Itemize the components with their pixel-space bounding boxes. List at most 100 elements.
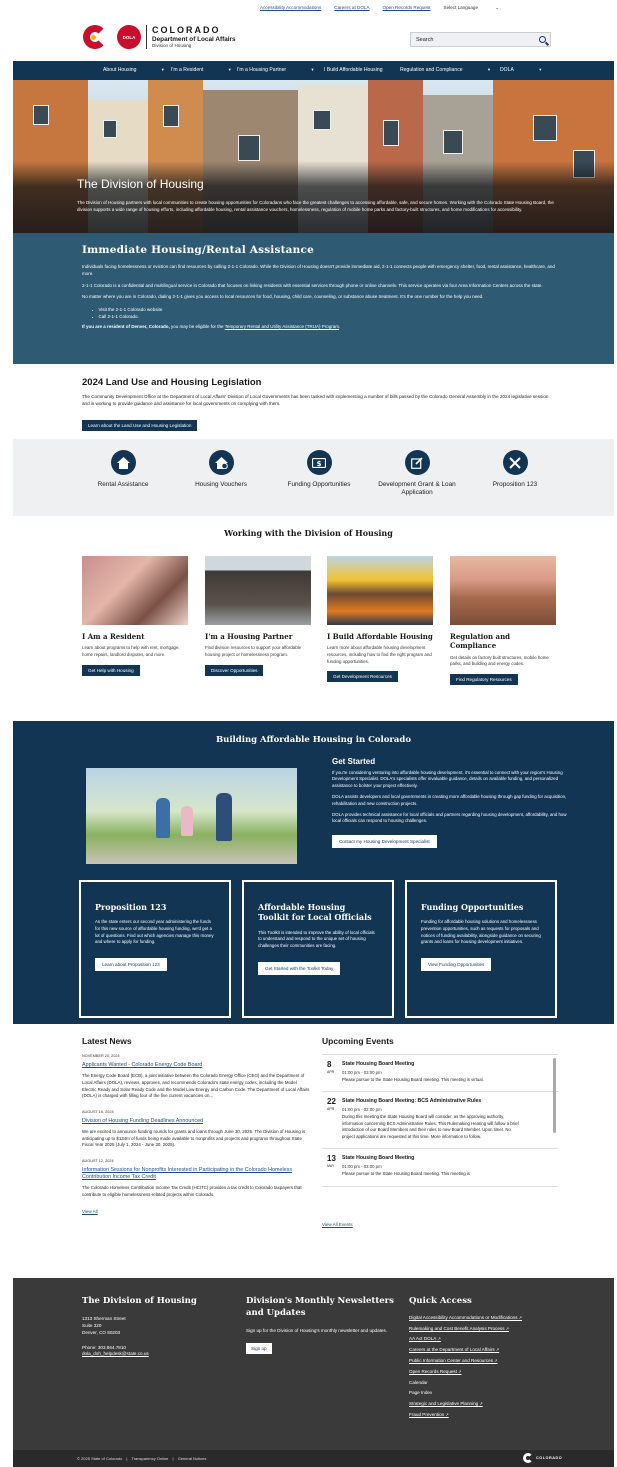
proposition-123-link[interactable]: Proposition 123: [470, 450, 560, 489]
box-text: This Toolkit is intended to improve the …: [258, 929, 375, 948]
site-logo[interactable]: DOLA COLORADO Department of Local Affair…: [83, 24, 236, 50]
events-scrollbar[interactable]: [553, 1058, 556, 1133]
box-title: Funding Opportunities: [421, 902, 524, 912]
housing-vouchers-link[interactable]: Housing Vouchers: [176, 450, 266, 489]
box-text: Funding for affordable housing solutions…: [421, 919, 541, 945]
nav-build-affordable[interactable]: I Build Affordable Housing: [324, 67, 383, 73]
event-day: 22: [327, 1097, 336, 1107]
get-help-button[interactable]: Get Help with Housing: [82, 664, 140, 676]
resident-card: I Am a Resident Learn about programs to …: [82, 556, 189, 677]
regulation-card: Regulation and Compliance Get details on…: [450, 556, 557, 686]
framed-structure-photo: [450, 556, 556, 625]
main-nav: About Housing I'm a Resident I'm a Housi…: [13, 61, 614, 80]
toolkit-button[interactable]: Get Started with the Toolkit Today: [258, 961, 341, 975]
grant-loan-application-link[interactable]: Development Grant & Loan Application: [372, 450, 462, 497]
list-item[interactable]: 8 APR State Housing Board Meeting 01:00 …: [322, 1055, 558, 1093]
footer-link[interactable]: Page Index: [409, 1391, 599, 1396]
transparency-link[interactable]: Transparency Online: [131, 1456, 168, 1461]
get-development-resources-button[interactable]: Get Development Resources: [327, 671, 398, 683]
toolkit-box: Affordable Housing Toolkit for Local Off…: [242, 880, 394, 1018]
colorado-c-icon: [523, 1453, 533, 1463]
event-title[interactable]: State Housing Board Meeting: [342, 1155, 558, 1162]
footer-link[interactable]: Strategic and Legislative Planning: [409, 1402, 599, 1407]
learn-proposition-button[interactable]: Learn about Proposition 123: [95, 957, 167, 971]
view-all-news-link[interactable]: View All: [82, 1209, 312, 1214]
footer-email-link[interactable]: dola_doh_helpdesk@state.co.us: [82, 1351, 222, 1358]
event-month: MAY: [327, 1164, 335, 1169]
footer-link[interactable]: Rulemaking and Cost Benefit Analysis Pro…: [409, 1326, 599, 1332]
find-regulatory-resources-button[interactable]: Find Regulatory Resources: [450, 674, 518, 686]
nav-dola[interactable]: DOLA: [500, 67, 541, 73]
card-text: Learn about programs to help with rent, …: [82, 645, 180, 658]
accessibility-link[interactable]: Accessibility Accommodations: [260, 5, 321, 11]
build-affordable-card: I Build Affordable Housing Learn more ab…: [327, 556, 434, 683]
immediate-p1: Individuals facing homelessness or evict…: [82, 264, 555, 276]
housing-partner-card: I'm a Housing Partner Find division reso…: [205, 556, 312, 677]
events-title: Upcoming Events: [322, 1036, 394, 1046]
contact-specialist-button[interactable]: Contact my Housing Development Specialis…: [332, 834, 437, 848]
event-time: 01:00 pm - 03:00 pm: [342, 1070, 382, 1076]
funding-opportunities-link[interactable]: $ Funding Opportunities: [274, 450, 364, 489]
footer-colorado-logo[interactable]: COLORADO: [523, 1453, 562, 1463]
list-item[interactable]: 22 APR State Housing Board Meeting: BCS …: [322, 1092, 558, 1150]
event-desc: Please pursue to the State Housing Board…: [342, 1171, 470, 1177]
footer-link[interactable]: Open Records Request: [409, 1369, 599, 1375]
box-text: As the state enters our second year admi…: [95, 919, 214, 945]
get-started-p2: DOLA assists developers and local govern…: [332, 794, 567, 806]
trua-link[interactable]: Temporary Rental and Utility Assistance …: [225, 324, 339, 329]
footer-link[interactable]: Digital Accessibility Accommodations or …: [409, 1315, 599, 1321]
rental-assistance-link[interactable]: Rental Assistance: [78, 450, 168, 489]
open-records-link[interactable]: Open Records Request: [383, 5, 431, 11]
event-title[interactable]: State Housing Board Meeting: BCS Adminis…: [342, 1098, 558, 1105]
nav-about-housing[interactable]: About Housing: [103, 67, 164, 73]
events-list[interactable]: 8 APR State Housing Board Meeting 01:00 …: [322, 1054, 558, 1216]
discover-opportunities-button[interactable]: Discover Opportunities: [205, 664, 264, 676]
general-notices-link[interactable]: General Notices: [178, 1456, 207, 1461]
footer-quick-access: Quick Access Digital Accessibility Accom…: [409, 1296, 599, 1424]
footer-link[interactable]: AA Act DOLA: [409, 1337, 599, 1342]
search-input[interactable]: Search: [410, 32, 551, 47]
news-date: NOVEMBER 20, 2024: [82, 1054, 120, 1058]
apartment-building-photo: [205, 556, 311, 625]
nav-housing-partner[interactable]: I'm a Housing Partner: [237, 67, 314, 73]
utility-bar: Accessibility Accommodations Careers at …: [260, 5, 499, 11]
get-started-p3: DOLA provides technical assistance for l…: [332, 811, 567, 824]
nav-regulation[interactable]: Regulation and Compliance: [400, 67, 490, 73]
footer-newsletter-title: Division's Monthly Newsletters and Updat…: [246, 1296, 394, 1318]
latest-news: Latest News NOVEMBER 20, 2024 Applicants…: [82, 1036, 312, 1214]
footer-link[interactable]: Fraud Prevention: [409, 1412, 599, 1418]
news-link[interactable]: Applicants Wanted - Colorado Energy Code…: [82, 1062, 312, 1069]
footer-link[interactable]: Public Information Center and Resources: [409, 1358, 599, 1364]
careers-link[interactable]: Careers at DOLA: [334, 5, 369, 11]
list-item: AUGUST 16, 2024 Division of Housing Fund…: [82, 1110, 312, 1149]
legislation-section: 2024 Land Use and Housing Legislation Th…: [82, 377, 552, 432]
immediate-list: Visit the 2-1-1 Colorado website. Call 2…: [92, 306, 614, 320]
event-time: 01:00 pm - 02:00 pm: [342, 1107, 382, 1113]
immediate-p3: No matter where you are in Colorado, dia…: [82, 294, 484, 300]
site-footer: The Division of Housing 1313 Sherman Str…: [13, 1278, 614, 1450]
sign-up-button[interactable]: Sign up: [246, 1342, 272, 1354]
list-item[interactable]: 13 MAY State Housing Board Meeting 01:00…: [322, 1149, 558, 1187]
language-select[interactable]: Select Language: [444, 5, 500, 11]
event-title[interactable]: State Housing Board Meeting: [342, 1061, 558, 1068]
legislation-button[interactable]: Learn about the Land Use and Housing Leg…: [82, 419, 198, 431]
list-item[interactable]: Visit the 2-1-1 Colorado website.: [92, 306, 614, 313]
footer-link[interactable]: Calendar: [409, 1380, 599, 1386]
footer-quick-access-title: Quick Access: [409, 1296, 472, 1306]
card-title: I'm a Housing Partner: [205, 632, 293, 641]
view-all-events-link[interactable]: View All Events: [322, 1222, 558, 1227]
search-icon[interactable]: [539, 36, 546, 43]
news-link[interactable]: Division of Housing Funding Deadlines An…: [82, 1118, 312, 1125]
news-link[interactable]: Information Sessions for Nonprofits Inte…: [82, 1167, 312, 1182]
sub-footer: © 2025 State of Colorado | Transparency …: [13, 1450, 614, 1467]
nav-resident[interactable]: I'm a Resident: [171, 67, 231, 73]
building-title: Building Affordable Housing in Colorado: [215, 735, 412, 745]
footer-link[interactable]: Careers at the Department of Local Affai…: [409, 1348, 599, 1353]
footer-division-title: The Division of Housing: [82, 1296, 197, 1306]
card-text: Get details on factory built structures,…: [450, 654, 549, 667]
funding-opportunities-box: Funding Opportunities Funding for afford…: [405, 880, 557, 1018]
edit-icon: [404, 450, 430, 475]
view-funding-button[interactable]: View Funding Opportunities: [421, 957, 492, 971]
legislation-text: The Community Development Office at the …: [82, 394, 549, 406]
logo-department: Department of Local Affairs: [152, 35, 236, 43]
